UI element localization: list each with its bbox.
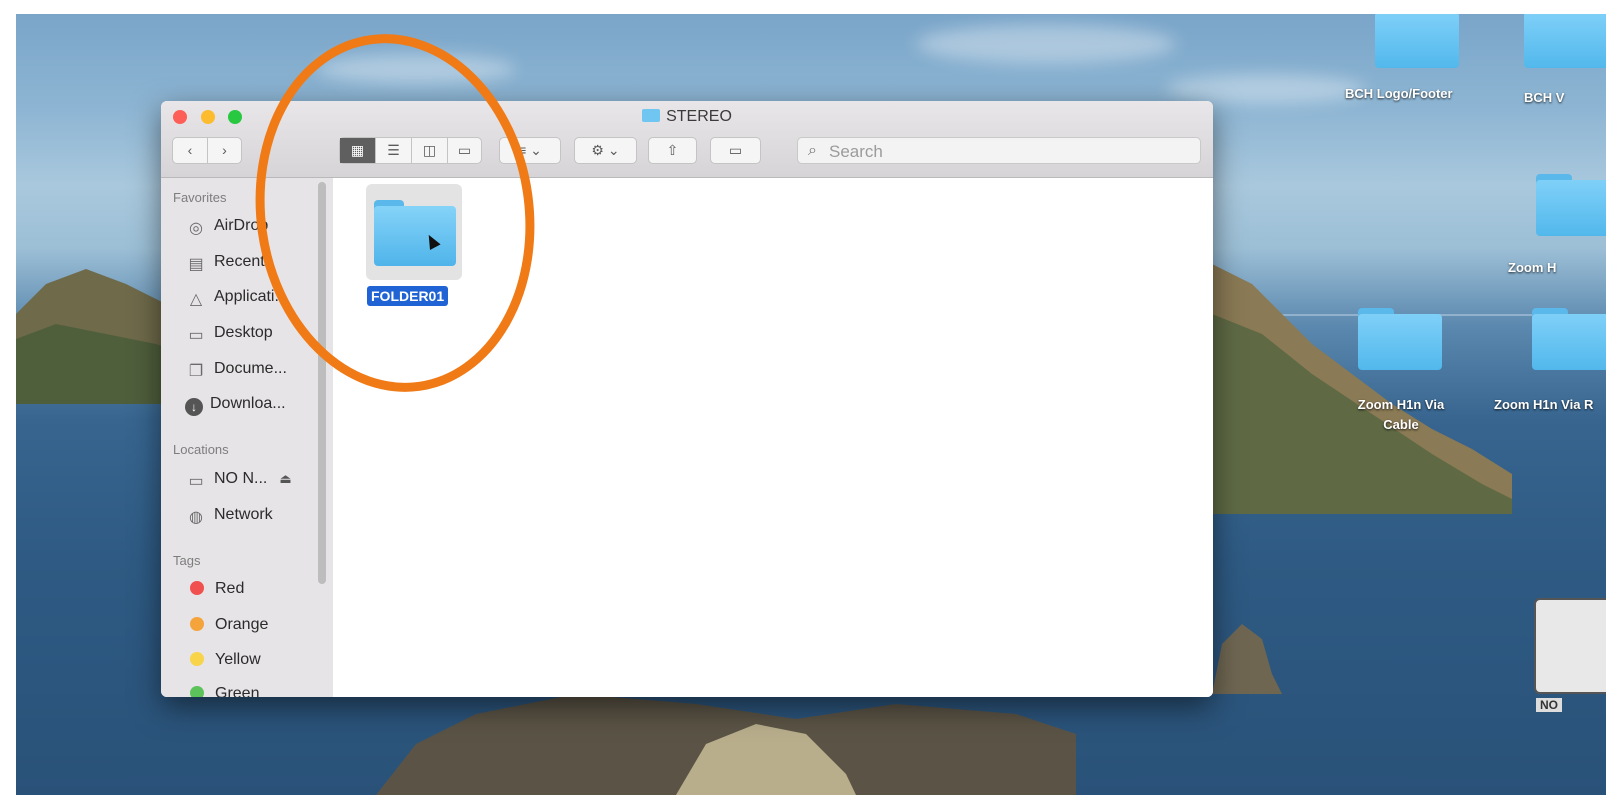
desktop-icon: ▭ — [188, 327, 204, 344]
screen: BCH Logo/Footer BCH V Zoom H Zoom H1n Vi… — [0, 0, 1606, 795]
sidebar-item-label: Red — [215, 580, 245, 597]
sidebar-item-tag-yellow[interactable]: Yellow — [185, 651, 261, 679]
desktop-folder-icon[interactable] — [1358, 308, 1442, 370]
tags-header: Tags — [173, 553, 201, 568]
desktop-icon-label[interactable]: Zoom H1n Via R — [1494, 395, 1606, 415]
sidebar-item-network[interactable]: ◍ Network — [185, 506, 273, 534]
network-icon: ◍ — [189, 509, 203, 526]
nav-buttons: ‹ › — [172, 137, 242, 164]
desktop-folder-icon[interactable] — [1524, 14, 1606, 68]
desktop-icon-label[interactable]: NO — [1536, 698, 1562, 712]
desktop-icon-label[interactable]: Zoom H — [1508, 260, 1556, 275]
sidebar-item-tag-orange[interactable]: Orange — [185, 616, 268, 644]
back-button[interactable]: ‹ — [173, 138, 208, 163]
action-button[interactable]: ⚙ ⌄ — [574, 137, 637, 164]
sidebar-item-label: Yellow — [215, 651, 261, 668]
downloads-icon: ↓ — [185, 398, 203, 416]
applications-icon: △ — [189, 291, 203, 308]
sidebar-item-drive[interactable]: ▭ NO N... ⏏ — [185, 470, 291, 498]
desktop-icon-label[interactable]: BCH V — [1524, 90, 1564, 105]
tag-dot-icon — [190, 652, 204, 666]
window-title-text: STEREO — [666, 108, 732, 125]
annotation-circle — [255, 34, 535, 392]
share-button[interactable]: ⇧ — [648, 137, 697, 164]
share-icon: ⇧ — [666, 142, 679, 158]
search-placeholder: Search — [829, 142, 883, 161]
airdrop-icon: ◎ — [189, 220, 203, 237]
sidebar-item-label: Network — [214, 506, 273, 523]
sidebar-item-label: NO N... — [214, 470, 268, 487]
sidebar-item-label: Orange — [215, 616, 269, 633]
desktop-folder-icon[interactable] — [1536, 174, 1606, 236]
drive-icon: ▭ — [188, 473, 204, 490]
locations-header: Locations — [173, 442, 229, 457]
forward-button[interactable]: › — [208, 138, 241, 163]
desktop-icon-label[interactable]: BCH Logo/Footer — [1345, 86, 1453, 101]
tag-dot-icon — [190, 581, 204, 595]
gear-icon: ⚙ ⌄ — [591, 142, 620, 158]
tag-dot-icon — [190, 617, 204, 631]
search-field[interactable]: ⌕ Search — [797, 137, 1201, 164]
documents-icon: ❐ — [188, 363, 204, 380]
search-icon: ⌕ — [808, 142, 817, 159]
desktop-folder-icon[interactable] — [1532, 308, 1606, 370]
drive-icon[interactable] — [1534, 598, 1606, 694]
sidebar-item-label: Green — [215, 685, 260, 697]
favorites-header: Favorites — [173, 190, 227, 205]
tag-icon: ▭ — [728, 142, 743, 158]
tag-button[interactable]: ▭ — [710, 137, 761, 164]
eject-icon[interactable]: ⏏ — [279, 471, 291, 486]
tag-dot-icon — [190, 686, 204, 697]
folder-icon — [642, 109, 661, 122]
desktop-icon-label[interactable]: Zoom H1n Via Cable — [1342, 395, 1460, 435]
sidebar-item-tag-green[interactable]: Green — [185, 685, 259, 697]
recents-icon: ▤ — [188, 256, 204, 273]
desktop-folder-icon[interactable] — [1375, 14, 1459, 68]
sidebar-item-tag-red[interactable]: Red — [185, 580, 244, 608]
